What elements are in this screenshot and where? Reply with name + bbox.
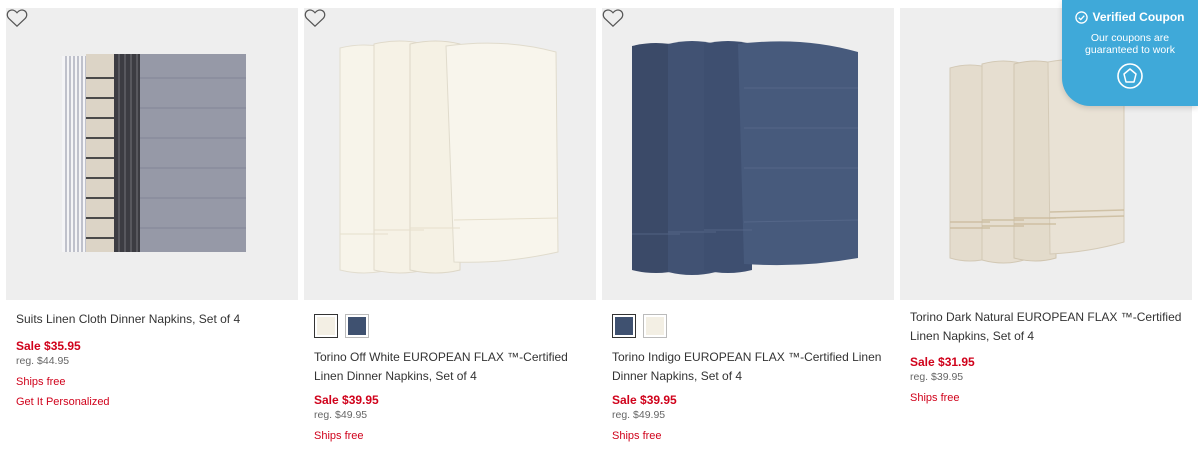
coupon-title: Verified Coupon (1092, 10, 1185, 24)
color-swatches (314, 314, 369, 338)
regular-price: reg. $49.95 (314, 409, 368, 421)
sale-price: Sale $39.95 (314, 393, 379, 407)
swatch-color (317, 317, 335, 335)
product-image[interactable] (6, 8, 298, 300)
product-grid: Suits Linen Cloth Dinner Napkins, Set of… (6, 8, 1198, 450)
swatch-color (615, 317, 633, 335)
product-title[interactable]: Torino Off White EUROPEAN FLAX ™-Certifi… (314, 348, 589, 386)
product-image[interactable] (602, 8, 894, 300)
coupon-heading: Verified Coupon (1062, 9, 1198, 25)
swatch-indigo[interactable] (345, 314, 369, 338)
product-info: Torino Indigo EUROPEAN FLAX ™-Certified … (612, 348, 887, 444)
product-title[interactable]: Suits Linen Cloth Dinner Napkins, Set of… (16, 310, 291, 329)
regular-price: reg. $39.95 (910, 371, 964, 383)
swatch-off-white[interactable] (314, 314, 338, 338)
swatch-indigo[interactable] (612, 314, 636, 338)
sale-price: Sale $35.95 (16, 339, 81, 353)
sale-price: Sale $31.95 (910, 355, 975, 369)
heart-icon[interactable] (6, 8, 28, 28)
coupon-subtitle: Our coupons are guaranteed to work (1085, 32, 1175, 56)
shipping-note: Ships free (314, 430, 364, 442)
shipping-note: Ships free (612, 430, 662, 442)
color-swatches (612, 314, 667, 338)
swatch-color (646, 317, 664, 335)
heart-icon[interactable] (304, 8, 326, 28)
shipping-note: Ships free (16, 376, 66, 388)
regular-price: reg. $44.95 (16, 355, 70, 367)
personalize-link[interactable]: Get It Personalized (16, 395, 291, 410)
product-info: Torino Dark Natural EUROPEAN FLAX ™-Cert… (910, 308, 1185, 406)
tag-icon[interactable] (1116, 62, 1144, 90)
swatch-color (348, 317, 366, 335)
check-circle-icon (1075, 10, 1089, 24)
product-title[interactable]: Torino Indigo EUROPEAN FLAX ™-Certified … (612, 348, 887, 386)
swatch-off-white[interactable] (643, 314, 667, 338)
product-title[interactable]: Torino Dark Natural EUROPEAN FLAX ™-Cert… (910, 308, 1185, 346)
product-image[interactable] (304, 8, 596, 300)
shipping-note: Ships free (910, 392, 960, 404)
product-info: Torino Off White EUROPEAN FLAX ™-Certifi… (314, 348, 589, 444)
product-card[interactable]: Torino Off White EUROPEAN FLAX ™-Certifi… (304, 8, 596, 450)
verified-coupon-badge[interactable]: Verified Coupon Our coupons are guarante… (1062, 0, 1198, 106)
product-info: Suits Linen Cloth Dinner Napkins, Set of… (16, 310, 291, 410)
heart-icon[interactable] (602, 8, 624, 28)
regular-price: reg. $49.95 (612, 409, 666, 421)
sale-price: Sale $39.95 (612, 393, 677, 407)
product-card[interactable]: Suits Linen Cloth Dinner Napkins, Set of… (6, 8, 298, 450)
product-card[interactable]: Torino Indigo EUROPEAN FLAX ™-Certified … (602, 8, 894, 450)
